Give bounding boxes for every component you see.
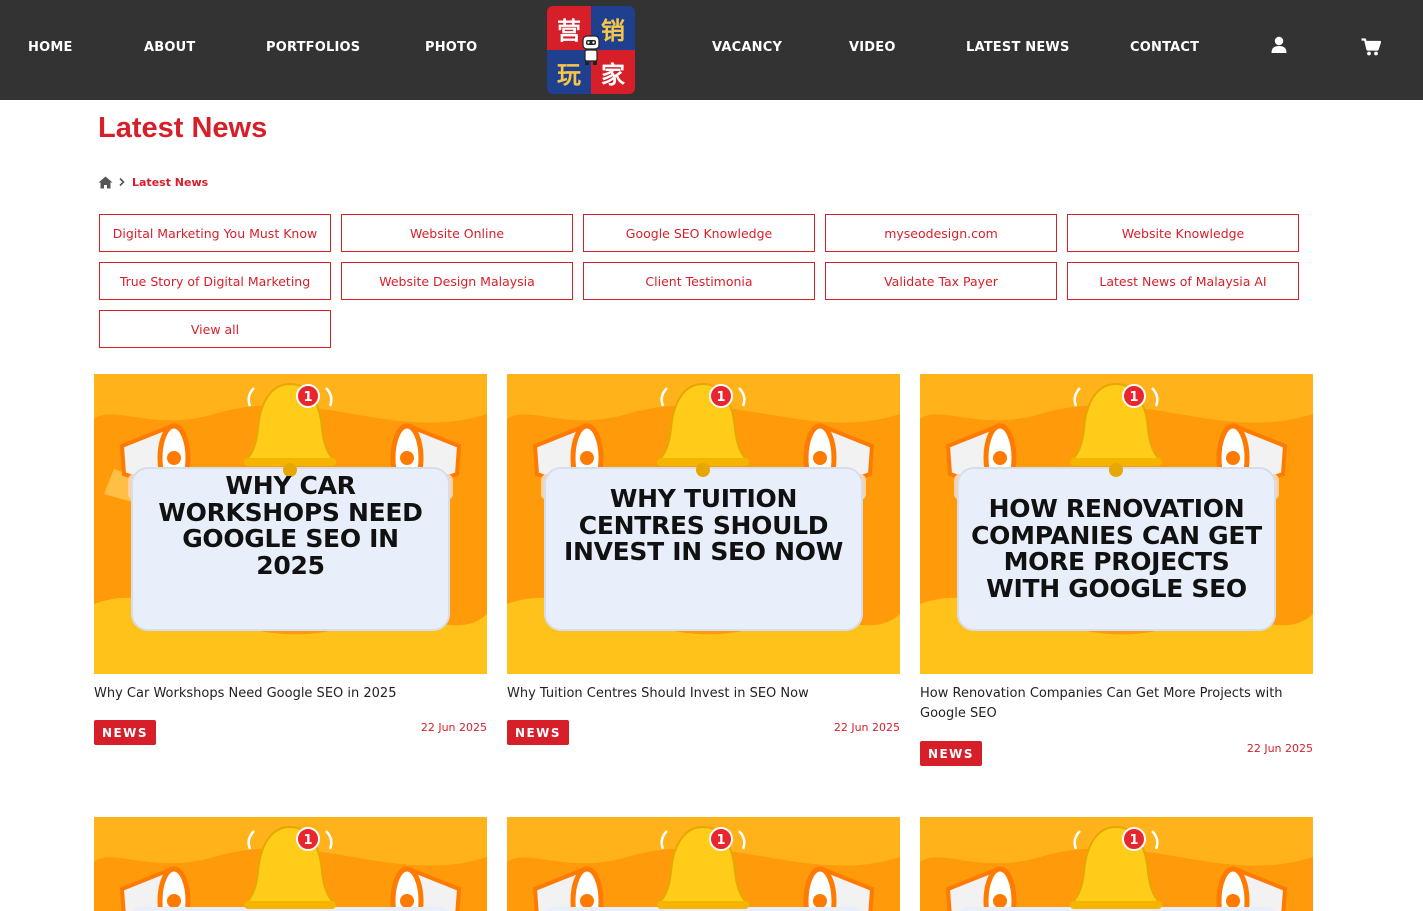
announcement-banner-image: 1 xyxy=(920,817,1313,911)
news-thumbnail[interactable]: 1 WHY CAR WORKSHOPS NEED GOOGLE SEO IN 2… xyxy=(94,374,487,674)
nav-vacancy[interactable]: VACANCY xyxy=(712,40,782,55)
category-website-knowledge[interactable]: Website Knowledge xyxy=(1067,214,1299,252)
news-card[interactable]: 1 xyxy=(507,817,900,911)
news-card-title[interactable]: Why Car Workshops Need Google SEO in 202… xyxy=(94,684,487,704)
news-date: 22 Jun 2025 xyxy=(1246,742,1313,755)
category-google-seo[interactable]: Google SEO Knowledge xyxy=(583,214,815,252)
news-card-title[interactable]: Why Tuition Centres Should Invest in SEO… xyxy=(507,684,900,704)
news-date: 22 Jun 2025 xyxy=(420,721,487,734)
category-myseodesign[interactable]: myseodesign.com xyxy=(825,214,1057,252)
category-website-design-malaysia[interactable]: Website Design Malaysia xyxy=(341,262,573,300)
thumbnail-headline: WHY CAR WORKSHOPS NEED GOOGLE SEO IN 202… xyxy=(158,471,423,580)
home-icon[interactable] xyxy=(98,176,113,189)
news-card[interactable]: 1 WHY TUITION CENTRES SHOULD INVEST IN S… xyxy=(507,374,900,774)
news-thumbnail[interactable]: 1 xyxy=(94,817,487,911)
site-logo[interactable]: 营 销 玩 家 xyxy=(547,6,635,94)
news-date: 22 Jun 2025 xyxy=(833,721,900,734)
notification-count: 1 xyxy=(1129,390,1138,405)
announcement-banner-image: 1 xyxy=(507,817,900,911)
thumbnail-headline: WHY TUITION CENTRES SHOULD INVEST IN SEO… xyxy=(563,484,844,566)
news-card[interactable]: 1 HOW RENOVATION COMPANIES CAN GET MORE … xyxy=(920,374,1313,774)
news-badge[interactable]: NEWS xyxy=(94,720,156,745)
cart-icon[interactable] xyxy=(1361,38,1381,56)
breadcrumb: Latest News xyxy=(98,174,208,190)
news-card-title[interactable]: How Renovation Companies Can Get More Pr… xyxy=(920,684,1313,724)
news-thumbnail[interactable]: 1 xyxy=(507,817,900,911)
thumbnail-headline: HOW RENOVATION COMPANIES CAN GET MORE PR… xyxy=(971,494,1262,603)
news-badge[interactable]: NEWS xyxy=(507,720,569,745)
news-thumbnail[interactable]: 1 xyxy=(920,817,1313,911)
news-card[interactable]: 1 xyxy=(94,817,487,911)
notification-count: 1 xyxy=(1129,833,1138,848)
news-thumbnail[interactable]: 1 HOW RENOVATION COMPANIES CAN GET MORE … xyxy=(920,374,1313,674)
nav-video[interactable]: VIDEO xyxy=(849,40,896,55)
category-malaysia-ai[interactable]: Latest News of Malaysia AI xyxy=(1067,262,1299,300)
category-view-all[interactable]: View all xyxy=(99,310,331,348)
news-card[interactable]: 1 WHY CAR WORKSHOPS NEED GOOGLE SEO IN 2… xyxy=(94,374,487,774)
category-true-story[interactable]: True Story of Digital Marketing xyxy=(99,262,331,300)
category-digital-marketing[interactable]: Digital Marketing You Must Know xyxy=(99,214,331,252)
page-title: Latest News xyxy=(98,112,268,144)
notification-count: 1 xyxy=(716,833,725,848)
logo-mascot-icon xyxy=(582,35,600,65)
nav-about[interactable]: ABOUT xyxy=(144,40,195,55)
notification-count: 1 xyxy=(303,390,312,405)
nav-latest-news[interactable]: LATEST NEWS xyxy=(966,40,1070,55)
chevron-right-icon xyxy=(119,177,125,187)
nav-photo[interactable]: PHOTO xyxy=(425,40,477,55)
announcement-banner-image: 1 xyxy=(94,817,487,911)
nav-contact[interactable]: CONTACT xyxy=(1130,40,1199,55)
notification-count: 1 xyxy=(303,833,312,848)
news-badge[interactable]: NEWS xyxy=(920,741,982,766)
news-card[interactable]: 1 xyxy=(920,817,1313,911)
notification-count: 1 xyxy=(716,390,725,405)
nav-portfolios[interactable]: PORTFOLIOS xyxy=(266,40,360,55)
nav-home[interactable]: HOME xyxy=(28,40,73,55)
breadcrumb-current[interactable]: Latest News xyxy=(132,176,208,189)
top-navigation-bar: HOME ABOUT PORTFOLIOS PHOTO 营 销 玩 家 VACA… xyxy=(0,0,1423,100)
category-website-online[interactable]: Website Online xyxy=(341,214,573,252)
user-icon[interactable] xyxy=(1270,36,1288,54)
category-client-testimonia[interactable]: Client Testimonia xyxy=(583,262,815,300)
category-validate-tax-payer[interactable]: Validate Tax Payer xyxy=(825,262,1057,300)
news-thumbnail[interactable]: 1 WHY TUITION CENTRES SHOULD INVEST IN S… xyxy=(507,374,900,674)
